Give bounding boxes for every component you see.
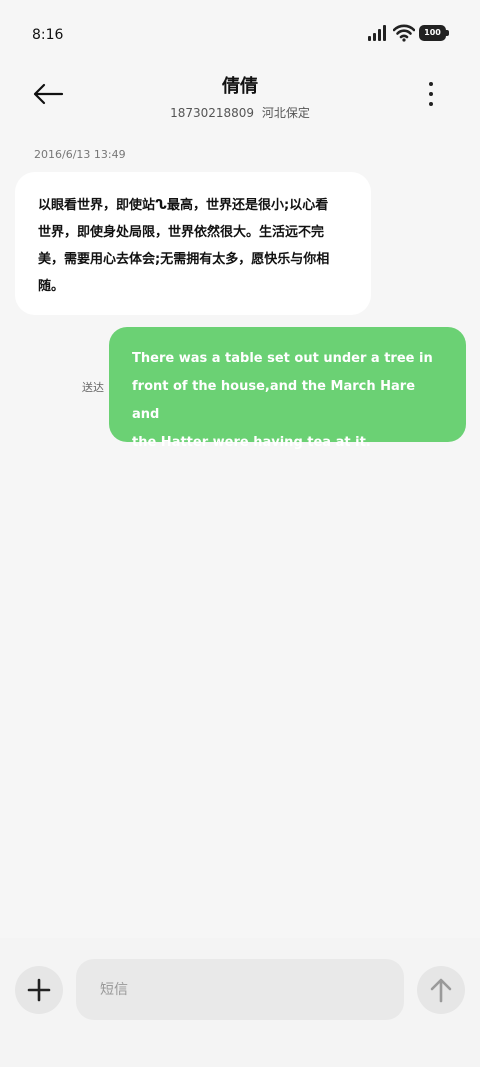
- send-arrow-icon: [430, 978, 452, 1003]
- message-line: 随。: [38, 279, 65, 294]
- wifi-icon: [393, 24, 415, 42]
- message-thread-screen: 8:16 100 倩倩 18730218809 河北保定 2016/6/13 1…: [0, 0, 480, 1067]
- more-options-button[interactable]: [416, 78, 446, 110]
- send-button[interactable]: [417, 966, 465, 1014]
- contact-phone: 18730218809: [170, 106, 255, 120]
- message-line: the Hatter were having tea at it.: [132, 435, 371, 450]
- message-line: 世界，即使身处局限，世界依然很大。生活远不完: [38, 225, 325, 240]
- message-line: There was a table set out under a tree i…: [132, 351, 433, 366]
- incoming-message-bubble[interactable]: 以眼看世界，即使站ᔐ最高，世界还是很小;以心看 世界，即使身处局限，世界依然很大…: [15, 172, 371, 315]
- contact-location: 河北保定: [261, 106, 310, 120]
- message-line: front of the house,and the March Hare an…: [132, 379, 416, 422]
- signal-icon: [368, 25, 386, 41]
- message-timestamp: 2016/6/13 13:49: [34, 148, 126, 161]
- outgoing-message-bubble[interactable]: There was a table set out under a tree i…: [109, 327, 466, 450]
- plus-icon: [27, 978, 51, 1002]
- battery-icon: 100: [419, 25, 449, 41]
- delivery-status: 送达: [82, 381, 104, 394]
- message-input[interactable]: [76, 959, 404, 1020]
- contact-name: 倩倩: [222, 76, 258, 97]
- add-attachment-button[interactable]: [15, 966, 63, 1014]
- battery-level: 100: [424, 28, 441, 37]
- contact-details: 18730218809 河北保定: [0, 104, 480, 121]
- more-vertical-icon: [429, 82, 433, 106]
- status-time: 8:16: [32, 27, 64, 43]
- status-bar: 8:16 100: [0, 0, 480, 70]
- message-line: 美，需要用心去体会;无需拥有太多，愿快乐与你相: [38, 252, 330, 267]
- message-line: 以眼看世界，即使站ᔐ最高，世界还是很小;以心看: [38, 198, 329, 213]
